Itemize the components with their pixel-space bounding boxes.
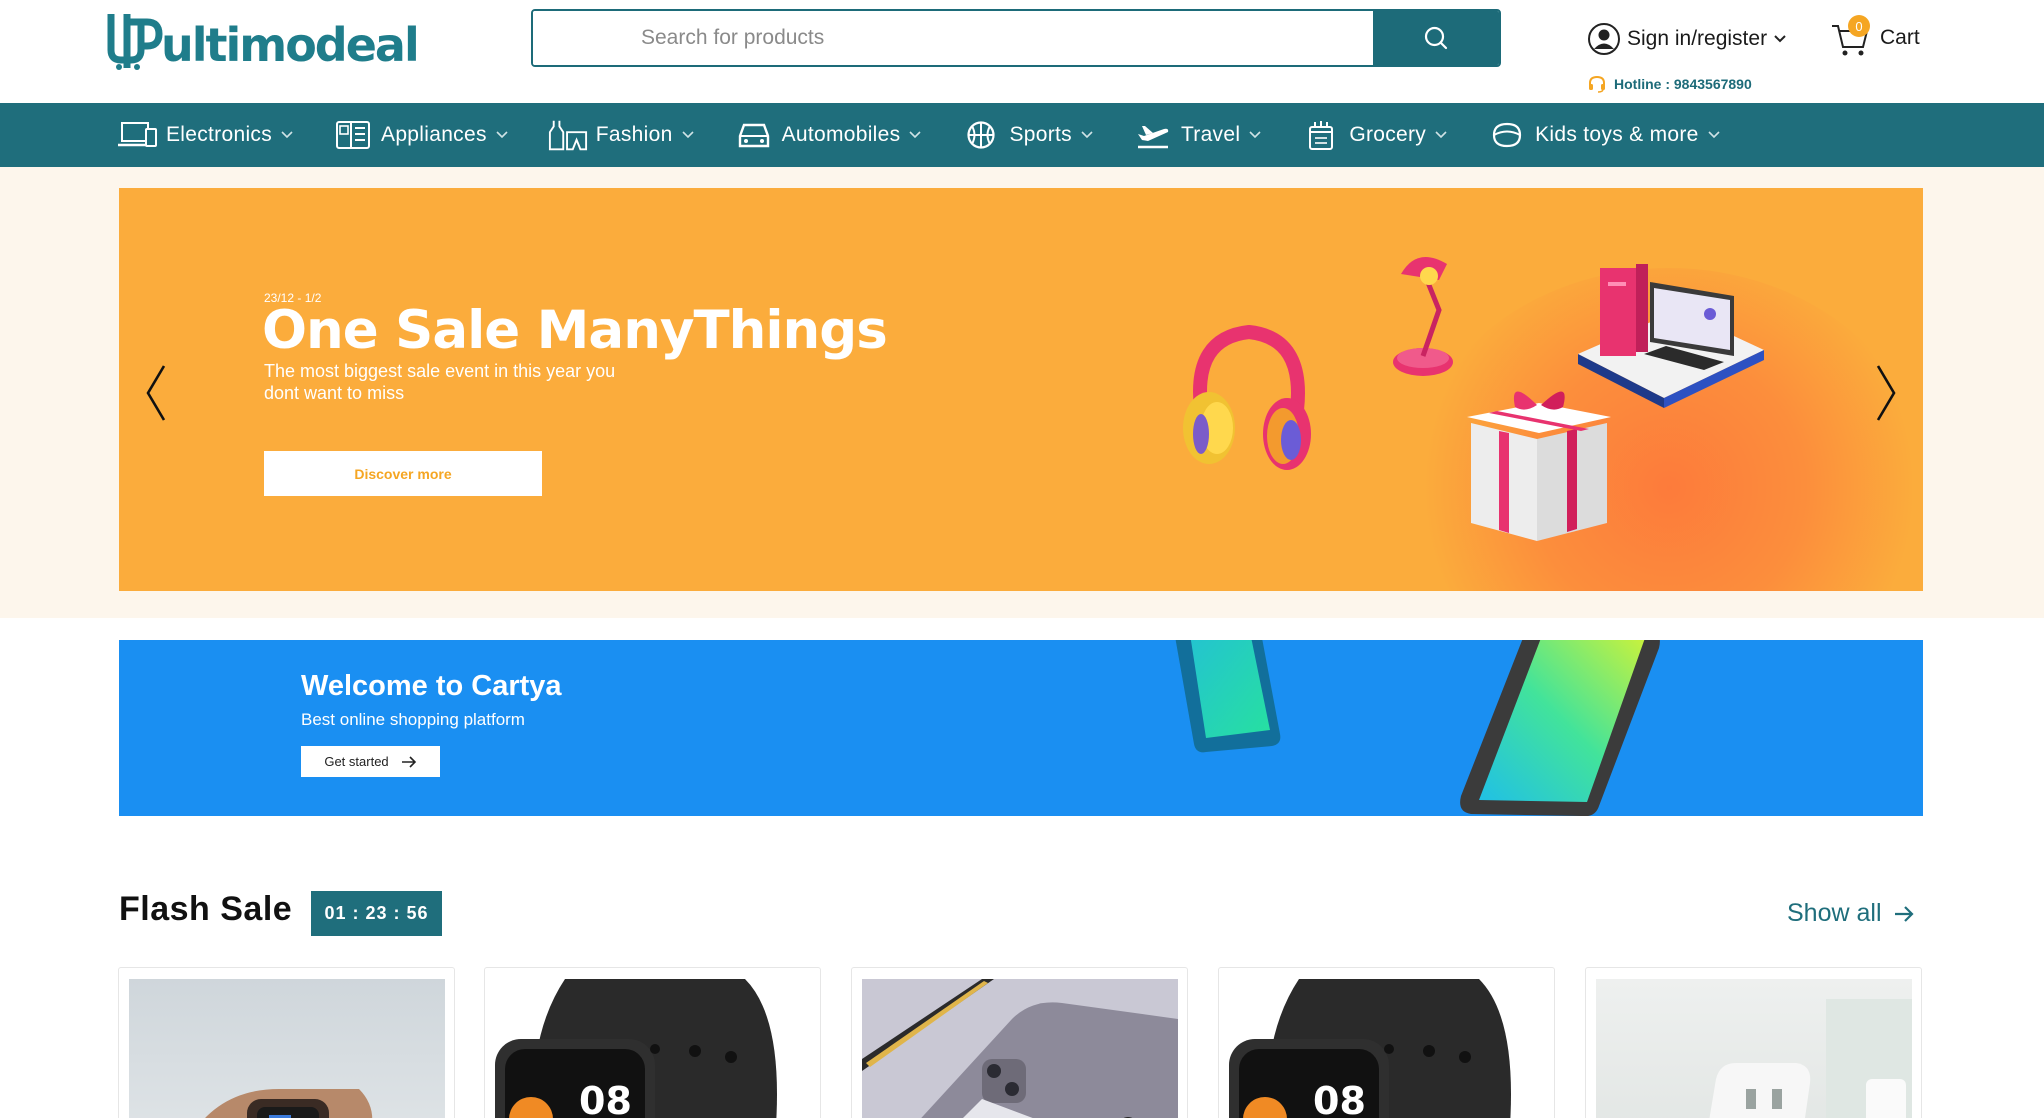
- nav-label: Kids toys & more: [1535, 123, 1699, 146]
- hotline-text: Hotline : 9843567890: [1614, 76, 1752, 92]
- nav-item-travel[interactable]: Travel: [1133, 103, 1261, 167]
- chevron-down-icon: [1708, 131, 1720, 139]
- chevron-down-icon: [909, 131, 922, 139]
- logo-mark-icon: [107, 14, 163, 70]
- phone-image: [1175, 640, 1281, 753]
- product-card[interactable]: 08: [1218, 967, 1555, 1118]
- user-avatar-icon: [1588, 23, 1620, 55]
- headset-icon: [1589, 75, 1605, 93]
- apple-watch-wrist-photo: [205, 1089, 373, 1118]
- product-card-list: 08 08: [118, 967, 1924, 1118]
- show-all-label: Show all: [1787, 899, 1882, 927]
- airplane-icon: [1133, 118, 1173, 152]
- black-smartwatch-photo: [495, 979, 777, 1118]
- flash-sale-title: Flash Sale: [119, 890, 293, 928]
- get-started-label: Get started: [324, 754, 389, 769]
- chevron-down-icon: [1435, 131, 1447, 139]
- fashion-icon: [548, 118, 588, 152]
- get-started-button[interactable]: Get started: [301, 746, 440, 777]
- site-header: ultimodeal Sign in/register: [0, 0, 2044, 103]
- white-charger-photo: [1709, 999, 1912, 1118]
- search-input[interactable]: [533, 11, 1373, 65]
- welcome-subtitle: Best online shopping platform: [301, 710, 525, 729]
- toy-icon: [1487, 118, 1527, 152]
- sign-in-register-button[interactable]: Sign in/register: [1587, 22, 1787, 56]
- chevron-right-icon: [1876, 365, 1896, 421]
- chevron-down-icon: [1081, 131, 1093, 139]
- logo[interactable]: ultimodeal: [107, 10, 420, 72]
- nav-label: Appliances: [381, 123, 487, 146]
- phone-image: [1460, 640, 1660, 816]
- hero-subtitle: The most biggest sale event in this year…: [264, 361, 616, 403]
- cart-icon-wrap: 0: [1830, 15, 1870, 58]
- countdown-timer: 01 : 23 : 56: [311, 891, 442, 936]
- product-card[interactable]: [1585, 967, 1922, 1118]
- headphones-image: [1183, 324, 1311, 470]
- product-image: 08: [495, 979, 811, 1118]
- cart-count-badge: 0: [1848, 15, 1870, 37]
- nav-item-kids-toys[interactable]: Kids toys & more: [1487, 103, 1720, 167]
- car-icon: [734, 118, 774, 152]
- chevron-down-icon: [1249, 131, 1261, 139]
- chevron-left-icon: [146, 365, 166, 421]
- nav-item-grocery[interactable]: Grocery: [1301, 103, 1447, 167]
- chevron-down-icon: [496, 131, 508, 139]
- hero-title: One Sale ManyThings: [262, 300, 888, 361]
- show-all-link[interactable]: Show all: [1787, 899, 1914, 928]
- sign-in-label: Sign in/register: [1627, 27, 1768, 50]
- hero-banner: 23/12 - 1/2 One Sale ManyThings The most…: [119, 188, 1923, 591]
- watch-display-text: 08: [1313, 1079, 1366, 1118]
- product-card[interactable]: 08: [484, 967, 821, 1118]
- watch-display-text: 08: [579, 1079, 632, 1118]
- desk-lamp-image: [1393, 256, 1453, 376]
- product-image: [129, 979, 445, 1118]
- welcome-title: Welcome to Cartya: [301, 670, 562, 702]
- appliance-icon: [333, 118, 373, 152]
- chevron-down-icon: [1774, 35, 1786, 43]
- nav-label: Sports: [1009, 123, 1072, 146]
- chevron-down-icon: [281, 131, 293, 139]
- gift-box-image: [1467, 391, 1611, 541]
- arrow-right-icon: [401, 755, 416, 768]
- ipad-pro-photo: [862, 979, 1178, 1118]
- nav-label: Travel: [1180, 123, 1241, 146]
- category-nav: Electronics Appliances Fashion Automobil…: [0, 103, 2044, 167]
- nav-label: Automobiles: [781, 123, 901, 146]
- welcome-banner: Welcome to Cartya Best online shopping p…: [119, 640, 1923, 816]
- basketball-icon: [961, 118, 1001, 152]
- hotline: Hotline : 9843567890: [1587, 74, 1752, 94]
- search-bar: [531, 9, 1501, 67]
- product-card[interactable]: [118, 967, 455, 1118]
- product-image: [1596, 979, 1912, 1118]
- nav-label: Fashion: [595, 123, 673, 146]
- nav-label: Electronics: [166, 123, 273, 146]
- arrow-right-icon: [1894, 905, 1914, 922]
- carousel-next-button[interactable]: [1871, 363, 1901, 423]
- devices-icon: [118, 118, 158, 152]
- carousel-prev-button[interactable]: [141, 363, 171, 423]
- product-card[interactable]: [851, 967, 1188, 1118]
- search-icon: [1424, 26, 1448, 50]
- nav-item-electronics[interactable]: Electronics: [118, 103, 293, 167]
- nav-item-appliances[interactable]: Appliances: [333, 103, 508, 167]
- cart-label: Cart: [1880, 26, 1920, 49]
- discover-more-button[interactable]: Discover more: [264, 451, 542, 496]
- nav-label: Grocery: [1349, 123, 1427, 146]
- logo-text: ultimodeal: [161, 18, 420, 72]
- nav-item-sports[interactable]: Sports: [961, 103, 1093, 167]
- search-button[interactable]: [1373, 11, 1499, 65]
- nav-item-fashion[interactable]: Fashion: [548, 103, 694, 167]
- product-image: [862, 979, 1178, 1118]
- black-smartwatch-photo: [1229, 979, 1511, 1118]
- product-image: 08: [1229, 979, 1545, 1118]
- grocery-icon: [1301, 118, 1341, 152]
- hero-section: 23/12 - 1/2 One Sale ManyThings The most…: [0, 167, 2044, 618]
- nav-item-automobiles[interactable]: Automobiles: [734, 103, 922, 167]
- cart-button[interactable]: 0 Cart: [1830, 15, 1920, 58]
- chevron-down-icon: [681, 131, 694, 139]
